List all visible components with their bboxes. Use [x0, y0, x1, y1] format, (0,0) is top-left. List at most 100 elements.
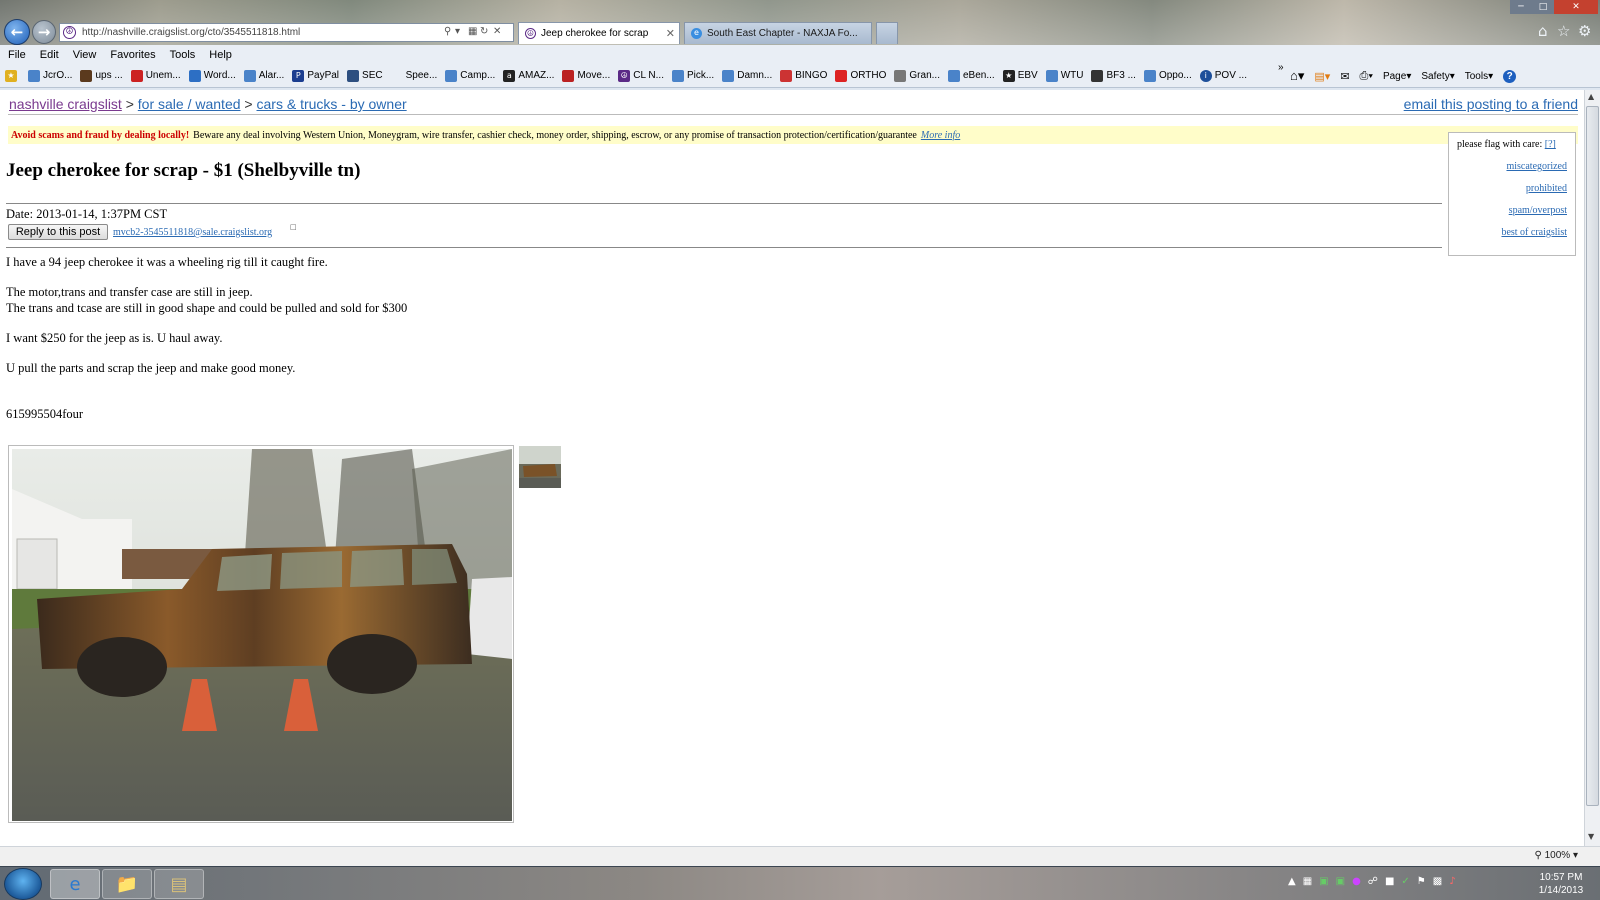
fav-item[interactable]: eBen... — [947, 69, 995, 82]
fav-item[interactable]: i POV ... — [1199, 69, 1247, 82]
menu-view[interactable]: View — [73, 49, 97, 61]
green-app-icon[interactable]: ▣ — [1319, 876, 1328, 887]
fav-item[interactable]: Gran... — [894, 69, 940, 82]
breadcrumb-separator: > — [244, 96, 253, 112]
flag-icon[interactable]: ⚑ — [1417, 876, 1426, 887]
breadcrumb-nashville[interactable]: nashville craigslist — [9, 96, 122, 112]
home-icon[interactable]: ⌂▾ — [1290, 68, 1304, 84]
safety-menu[interactable]: Safety▾ — [1421, 71, 1454, 82]
fav-item[interactable]: ★ EBV — [1002, 69, 1038, 82]
fav-item[interactable]: ☮ CL N... — [618, 69, 664, 82]
page-icon — [243, 69, 256, 82]
compatibility-view-icon[interactable]: ▦ — [468, 26, 477, 37]
feeds-icon[interactable]: ▤▾ — [1314, 70, 1330, 83]
fav-item[interactable]: WTU — [1045, 69, 1083, 82]
vertical-scrollbar[interactable]: ▲ ▼ — [1584, 90, 1600, 846]
fav-item[interactable]: Unem... — [130, 69, 181, 82]
flag-miscategorized-link[interactable]: miscategorized — [1457, 161, 1567, 172]
dropdown-icon[interactable]: ▾ — [455, 26, 460, 37]
search-icon[interactable]: ⚲ — [444, 26, 451, 37]
clock[interactable]: 10:57 PM 1/14/2013 — [1526, 871, 1596, 897]
gear-icon[interactable]: ⚙ — [1578, 22, 1591, 40]
menu-favorites[interactable]: Favorites — [110, 49, 155, 61]
signal-icon[interactable]: ▦ — [1303, 876, 1312, 887]
page-menu[interactable]: Page▾ — [1383, 71, 1411, 82]
fav-item[interactable]: Alar... — [243, 69, 284, 82]
refresh-icon[interactable]: ↻ — [480, 26, 488, 37]
address-bar[interactable]: ☮ http://nashville.craigslist.org/cto/35… — [59, 23, 514, 42]
fav-item[interactable]: ORTHO — [835, 69, 886, 82]
fav-item[interactable]: ups ... — [80, 69, 123, 82]
tray-icon[interactable]: ■ — [1385, 876, 1394, 887]
favorites-star[interactable]: ★ — [5, 69, 20, 82]
back-button[interactable]: ← — [4, 19, 30, 45]
flag-help-link[interactable]: [?] — [1545, 139, 1556, 150]
breadcrumb-cars-trucks[interactable]: cars & trucks - by owner — [257, 96, 407, 112]
menu-help[interactable]: Help — [209, 49, 232, 61]
stop-icon[interactable]: ✕ — [493, 26, 501, 37]
fav-item[interactable]: a AMAZ... — [503, 69, 555, 82]
close-window-button[interactable]: ✕ — [1554, 0, 1598, 14]
internet-explorer-taskbar-icon[interactable]: e — [50, 869, 100, 899]
fav-item[interactable]: Word... — [188, 69, 236, 82]
file-explorer-taskbar-icon[interactable]: 📁 — [102, 869, 152, 899]
menu-edit[interactable]: Edit — [40, 49, 59, 61]
tray-icon[interactable]: ▩ — [1433, 876, 1442, 887]
new-tab-button[interactable] — [876, 22, 898, 44]
flag-best-of-link[interactable]: best of craigslist — [1457, 227, 1567, 238]
fav-item[interactable]: Damn... — [722, 69, 772, 82]
phone-number: 615995504four — [6, 407, 84, 421]
fav-item[interactable]: Spee... — [391, 70, 438, 82]
fav-item[interactable]: P PayPal — [292, 69, 339, 82]
fav-item[interactable]: BINGO — [780, 69, 827, 82]
forward-button[interactable]: → — [32, 20, 56, 44]
fav-item[interactable]: JcrO... — [28, 69, 72, 82]
menu-file[interactable]: File — [8, 49, 26, 61]
maximize-button[interactable]: □ — [1532, 0, 1554, 14]
fav-label: AMAZ... — [518, 70, 555, 81]
tray-icon[interactable]: ● — [1352, 876, 1361, 887]
tools-menu[interactable]: Tools▾ — [1465, 71, 1493, 82]
posting-date: Date: 2013-01-14, 1:37PM CST — [6, 207, 168, 221]
main-photo[interactable] — [8, 445, 514, 823]
network-icon[interactable]: ☍ — [1368, 876, 1378, 887]
flag-title-text: please flag with care: — [1457, 139, 1543, 150]
minimize-button[interactable]: ─ — [1510, 0, 1532, 14]
scroll-up-icon[interactable]: ▲ — [1588, 92, 1594, 101]
start-button[interactable] — [4, 868, 42, 900]
home-icon[interactable]: ⌂ — [1538, 22, 1548, 40]
scrollbar-thumb[interactable] — [1586, 106, 1599, 806]
tab-naxja[interactable]: e South East Chapter - NAXJA Fo... — [684, 22, 872, 44]
fav-item[interactable]: Camp... — [445, 69, 495, 82]
more-info-link[interactable]: More info — [921, 130, 960, 141]
help-icon[interactable]: ? — [1503, 69, 1517, 83]
star-icon: ★ — [1002, 69, 1015, 82]
breadcrumb-for-sale[interactable]: for sale / wanted — [138, 96, 241, 112]
tab-active[interactable]: ☮ Jeep cherokee for scrap ✕ — [518, 22, 680, 44]
favorites-star-icon[interactable]: ☆ — [1557, 22, 1570, 40]
fav-item[interactable]: Oppo... — [1143, 69, 1192, 82]
scroll-down-icon[interactable]: ▼ — [1588, 832, 1594, 841]
photo-thumbnail[interactable] — [519, 446, 561, 488]
mail-icon[interactable]: ✉ — [1340, 70, 1349, 83]
print-icon[interactable]: ⎙▾ — [1360, 70, 1373, 83]
checkmark-icon[interactable]: ✓ — [1401, 876, 1409, 887]
address-url[interactable]: http://nashville.craigslist.org/cto/3545… — [82, 27, 300, 38]
reply-button[interactable]: Reply to this post — [8, 224, 108, 240]
app-taskbar-icon[interactable]: ▤ — [154, 869, 204, 899]
volume-icon[interactable]: ♪ — [1449, 876, 1455, 887]
flag-spam-link[interactable]: spam/overpost — [1457, 205, 1567, 216]
close-tab-icon[interactable]: ✕ — [666, 27, 675, 40]
menu-tools[interactable]: Tools — [170, 49, 196, 61]
email-friend-link[interactable]: email this posting to a friend — [1404, 96, 1578, 112]
fav-item[interactable]: Move... — [562, 69, 610, 82]
fav-item[interactable]: SEC — [347, 69, 383, 82]
fav-item[interactable]: Pick... — [671, 69, 714, 82]
flag-prohibited-link[interactable]: prohibited — [1457, 183, 1567, 194]
green-app-icon[interactable]: ▣ — [1336, 876, 1345, 887]
chevron-more-icon[interactable]: » — [1278, 62, 1284, 73]
tray-icon[interactable]: ▲ — [1288, 876, 1296, 887]
zoom-level[interactable]: ⚲ 100% ▾ — [1535, 850, 1579, 861]
fav-item[interactable]: BF3 ... — [1091, 69, 1136, 82]
reply-email-link[interactable]: mvcb2-3545511818@sale.craigslist.org — [113, 227, 272, 238]
